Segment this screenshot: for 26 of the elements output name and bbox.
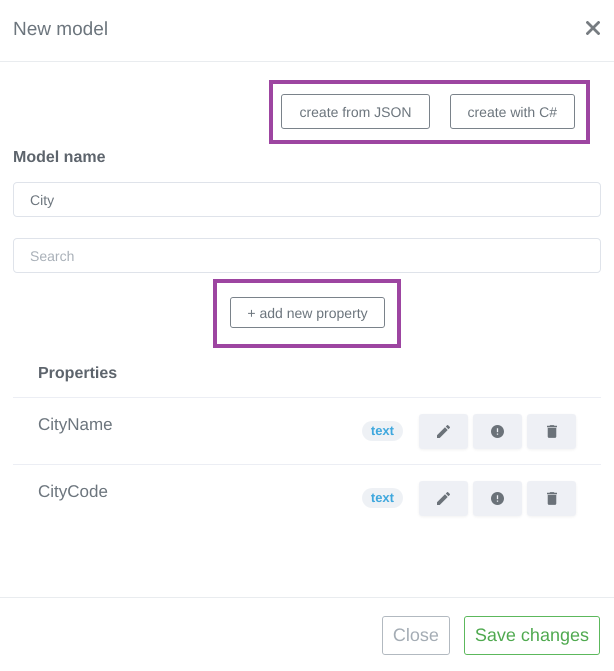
pencil-icon: [437, 492, 450, 505]
edit-button[interactable]: [419, 414, 468, 449]
trash-icon: [546, 425, 556, 438]
exclamation-icon: [491, 492, 504, 505]
add-property-button[interactable]: + add new property: [230, 297, 385, 328]
property-name: CityName: [38, 415, 114, 435]
exclamation-icon: [491, 425, 504, 438]
alert-button[interactable]: [473, 414, 522, 449]
property-name: CityCode: [38, 482, 109, 502]
search-field[interactable]: Search: [13, 238, 601, 273]
edit-button[interactable]: [419, 481, 468, 516]
type-badge: text: [362, 488, 403, 508]
model-name-label: Model name: [13, 148, 106, 168]
delete-button[interactable]: [527, 414, 576, 449]
save-button[interactable]: Save changes: [464, 616, 600, 655]
pencil-icon: [437, 425, 450, 438]
create-with-code-button[interactable]: create with C#: [450, 94, 575, 129]
create-from-json-button[interactable]: create from JSON: [281, 94, 430, 129]
model-name-field[interactable]: City: [13, 182, 601, 217]
type-badge: text: [362, 421, 403, 441]
trash-icon: [546, 492, 556, 505]
delete-button[interactable]: [527, 481, 576, 516]
dialog-title: New model: [13, 18, 108, 40]
alert-button[interactable]: [473, 481, 522, 516]
properties-heading: Properties: [38, 364, 118, 384]
close-icon[interactable]: [586, 20, 600, 34]
